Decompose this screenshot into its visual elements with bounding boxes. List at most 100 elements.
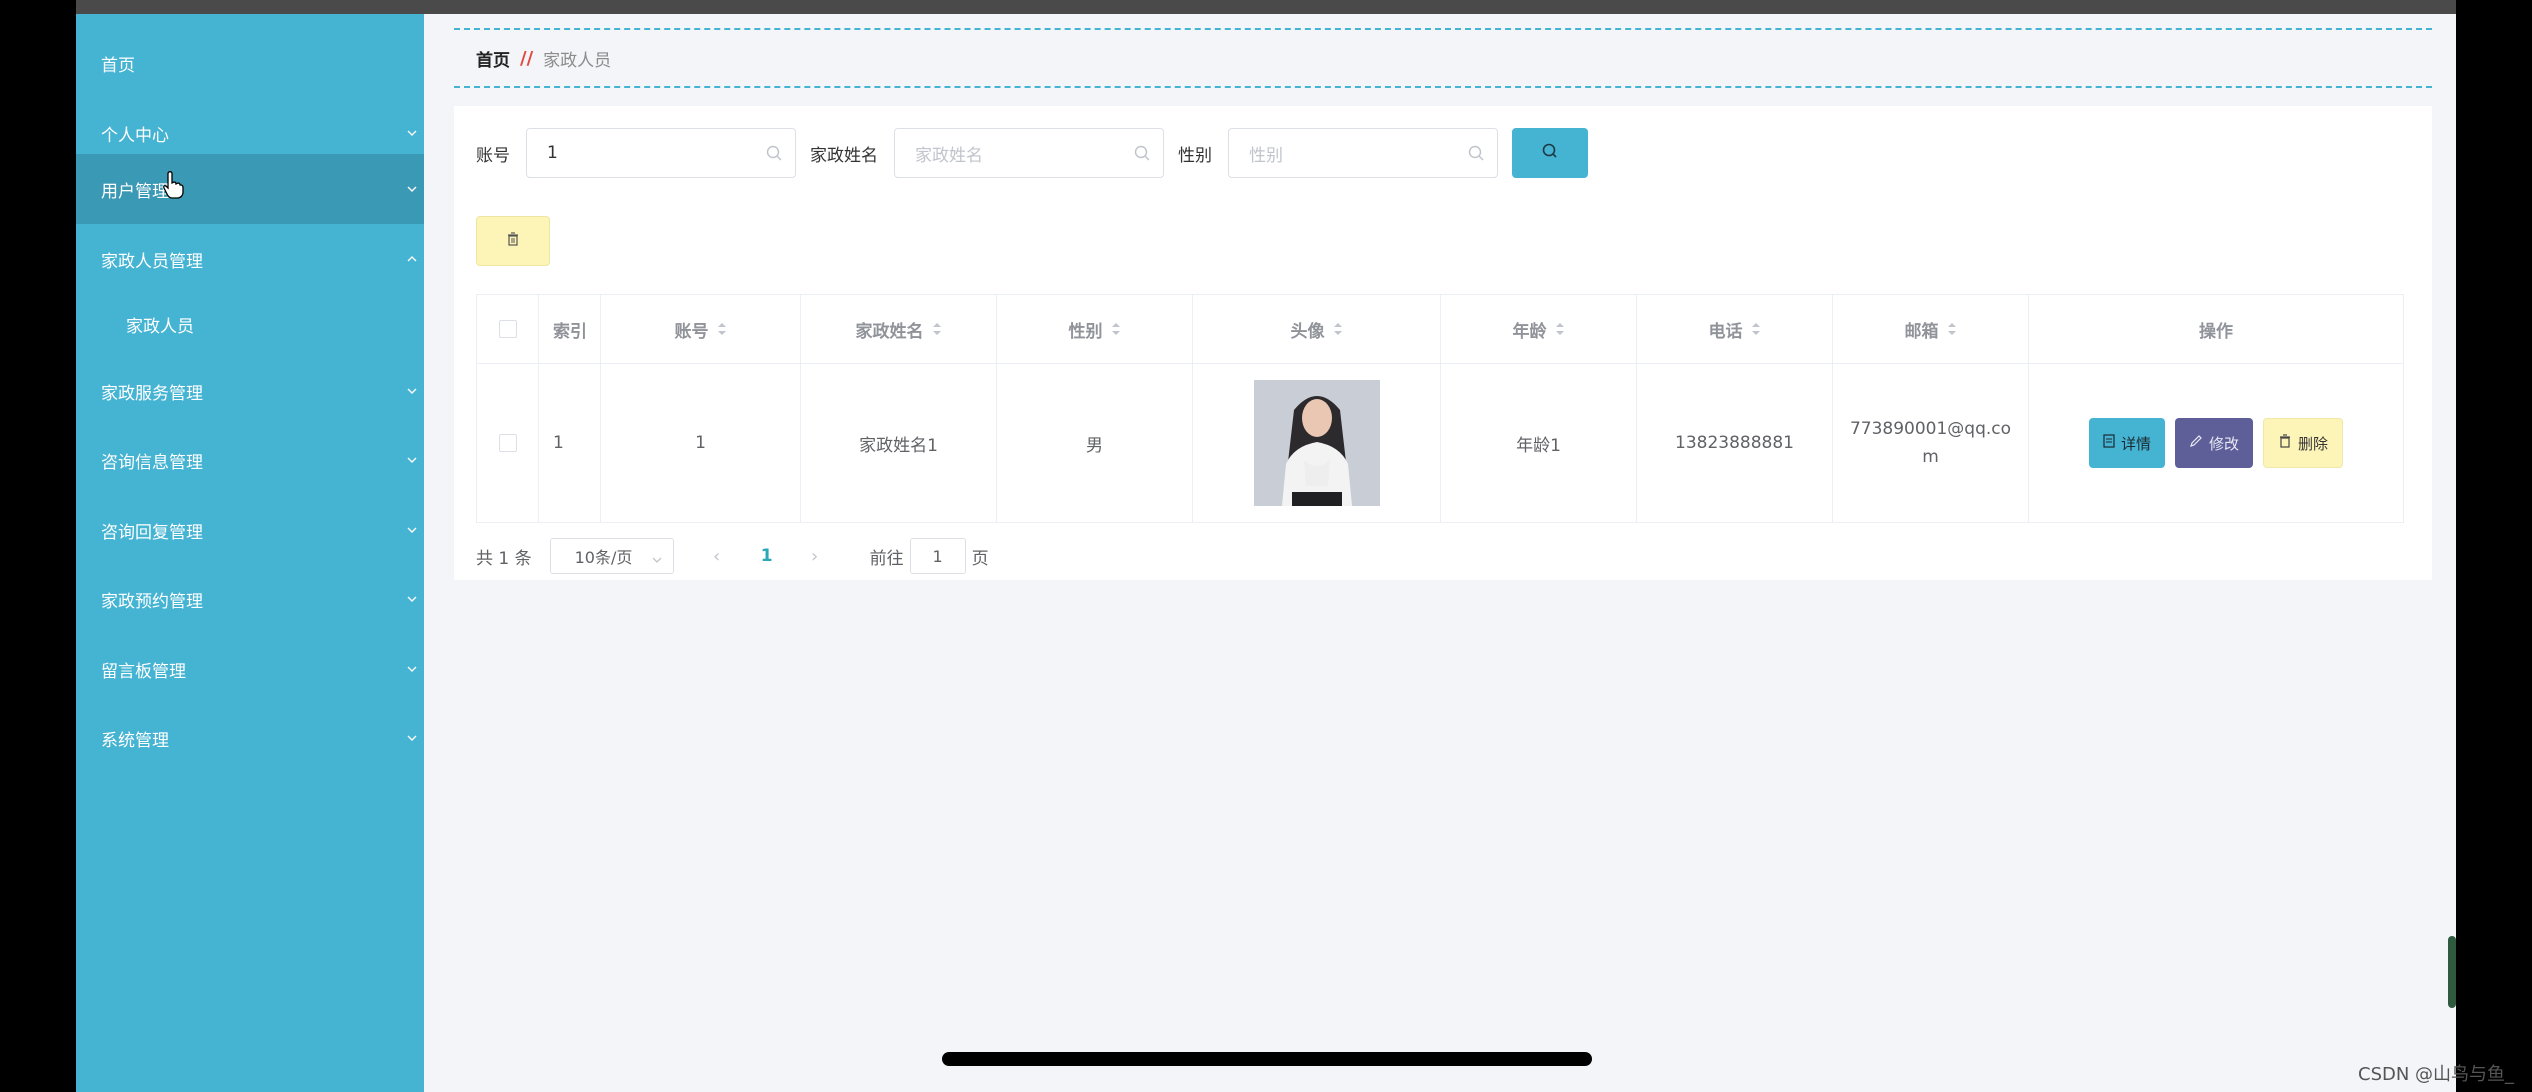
breadcrumb: 首页 // 家政人员: [454, 28, 2432, 88]
edit-icon: [2189, 434, 2203, 452]
sidebar-item-label: 家政服务管理: [101, 383, 203, 404]
chevron-down-icon: [651, 551, 663, 563]
sort-icon[interactable]: [1555, 321, 1565, 337]
table-header-row: 索引 账号 家政姓名 性别 头像 年龄 电话 邮箱 操作: [477, 295, 2403, 364]
gender-input[interactable]: 性别: [1228, 128, 1498, 178]
sort-icon[interactable]: [1333, 321, 1343, 337]
chevron-up-icon: [406, 253, 418, 265]
page-number[interactable]: 1: [752, 546, 782, 566]
select-all-checkbox[interactable]: [498, 320, 517, 338]
name-input[interactable]: 家政姓名: [894, 128, 1164, 178]
cell-phone: 13823888881: [1637, 364, 1833, 522]
sidebar-item-staff-management[interactable]: 家政人员管理: [76, 224, 424, 294]
name-input-placeholder: 家政姓名: [915, 145, 983, 166]
sidebar-item-label: 系统管理: [101, 730, 169, 751]
search-icon: [1133, 144, 1151, 162]
cell-actions: 详情 修改 删除: [2029, 364, 2403, 522]
sidebar-item-user-management[interactable]: 用户管理: [76, 154, 424, 224]
delete-button[interactable]: 删除: [2263, 418, 2344, 468]
cell-index: 1: [539, 364, 601, 522]
sort-icon[interactable]: [1751, 321, 1761, 337]
cell-email: 773890001@qq.com: [1833, 364, 2029, 522]
staff-table: 索引 账号 家政姓名 性别 头像 年龄 电话 邮箱 操作 1 1 家政姓名1 男…: [476, 294, 2404, 523]
search-icon: [1541, 142, 1559, 164]
sidebar-item-staff[interactable]: 家政人员: [76, 289, 424, 359]
sidebar-item-home[interactable]: 首页: [76, 28, 424, 98]
pagination: 共 1 条 10条/页 ‹ 1 › 前往 1 页: [476, 538, 989, 574]
sidebar-item-label: 用户管理: [101, 181, 169, 202]
header-phone[interactable]: 电话: [1637, 295, 1833, 363]
row-checkbox[interactable]: [498, 434, 517, 452]
batch-delete-button[interactable]: [476, 216, 550, 266]
chevron-down-icon: [406, 663, 418, 675]
pagination-total: 共 1 条: [476, 548, 532, 569]
chevron-down-icon: [406, 593, 418, 605]
header-gender-label: 性别: [1068, 321, 1103, 342]
cell-account: 1: [601, 364, 801, 522]
sidebar-item-system-management[interactable]: 系统管理: [76, 703, 424, 773]
sort-icon[interactable]: [932, 321, 942, 337]
header-account[interactable]: 账号: [601, 295, 801, 363]
search-button[interactable]: [1512, 128, 1588, 178]
trash-icon: [505, 231, 521, 251]
main-content: 首页 // 家政人员 账号 1 家政姓名 家政姓名 性别 性别 索引 账号 家政…: [424, 14, 2456, 1092]
cell-account-value: 1: [695, 433, 706, 453]
home-indicator-bar[interactable]: [942, 1052, 1592, 1066]
next-page-icon[interactable]: ›: [800, 546, 830, 567]
sort-icon[interactable]: [717, 321, 727, 337]
header-email[interactable]: 邮箱: [1833, 295, 2029, 363]
cell-avatar: [1193, 364, 1441, 522]
sort-icon[interactable]: [1111, 321, 1121, 337]
scroll-indicator[interactable]: [2448, 936, 2456, 1008]
row-select: [477, 364, 539, 522]
header-email-label: 邮箱: [1904, 321, 1939, 342]
header-account-label: 账号: [674, 321, 709, 342]
sort-icon[interactable]: [1947, 321, 1957, 337]
window-top-bar: [76, 0, 2456, 14]
sidebar-item-booking-management[interactable]: 家政预约管理: [76, 564, 424, 634]
cell-name-value: 家政姓名1: [859, 435, 938, 456]
breadcrumb-home[interactable]: 首页: [476, 46, 510, 71]
cell-age-value: 年龄1: [1516, 435, 1561, 456]
sidebar-item-label: 家政人员管理: [101, 251, 203, 272]
chevron-down-icon: [406, 385, 418, 397]
sidebar-item-service-management[interactable]: 家政服务管理: [76, 356, 424, 426]
chevron-down-icon: [406, 732, 418, 744]
chevron-down-icon: [406, 127, 418, 139]
account-label: 账号: [476, 145, 510, 166]
header-index-label: 索引: [553, 321, 587, 342]
content-panel: 账号 1 家政姓名 家政姓名 性别 性别 索引 账号 家政姓名 性别 头像 年龄…: [454, 106, 2432, 580]
header-age[interactable]: 年龄: [1441, 295, 1637, 363]
page-suffix: 页: [971, 548, 989, 569]
account-input-value: 1: [547, 143, 558, 163]
sidebar-item-consult-info-management[interactable]: 咨询信息管理: [76, 425, 424, 495]
header-actions-label: 操作: [2199, 321, 2233, 342]
screen-frame: 首页 个人中心 用户管理 家政人员管理 家政人员 家政服务管理 咨询信息管理 咨…: [0, 0, 2532, 1092]
account-input[interactable]: 1: [526, 128, 796, 178]
header-index: 索引: [539, 295, 601, 363]
search-icon: [1467, 144, 1485, 162]
goto-page-input[interactable]: 1: [909, 538, 966, 574]
header-avatar[interactable]: 头像: [1193, 295, 1441, 363]
sidebar-item-consult-reply-management[interactable]: 咨询回复管理: [76, 495, 424, 565]
search-icon: [765, 144, 783, 162]
watermark: CSDN @山鸟与鱼_: [2358, 1064, 2515, 1085]
header-name[interactable]: 家政姓名: [801, 295, 997, 363]
detail-button[interactable]: 详情: [2088, 418, 2165, 468]
sidebar-item-label: 家政人员: [126, 316, 194, 337]
sidebar-item-label: 留言板管理: [101, 661, 186, 682]
name-label: 家政姓名: [810, 145, 878, 166]
sidebar-item-label: 咨询回复管理: [101, 522, 203, 543]
header-avatar-label: 头像: [1290, 321, 1325, 342]
header-gender[interactable]: 性别: [997, 295, 1193, 363]
edit-button[interactable]: 修改: [2174, 418, 2253, 468]
avatar-image: [1253, 380, 1380, 506]
trash-icon: [2278, 434, 2292, 452]
cell-phone-value: 13823888881: [1675, 433, 1794, 453]
prev-page-icon[interactable]: ‹: [702, 546, 732, 567]
sidebar-item-message-board-management[interactable]: 留言板管理: [76, 634, 424, 704]
page-size-select[interactable]: 10条/页: [549, 538, 674, 574]
table-row: 1 1 家政姓名1 男 年龄1 13823888881 773890001@qq…: [477, 364, 2403, 522]
gender-input-placeholder: 性别: [1249, 145, 1283, 166]
breadcrumb-current: 家政人员: [543, 50, 612, 71]
